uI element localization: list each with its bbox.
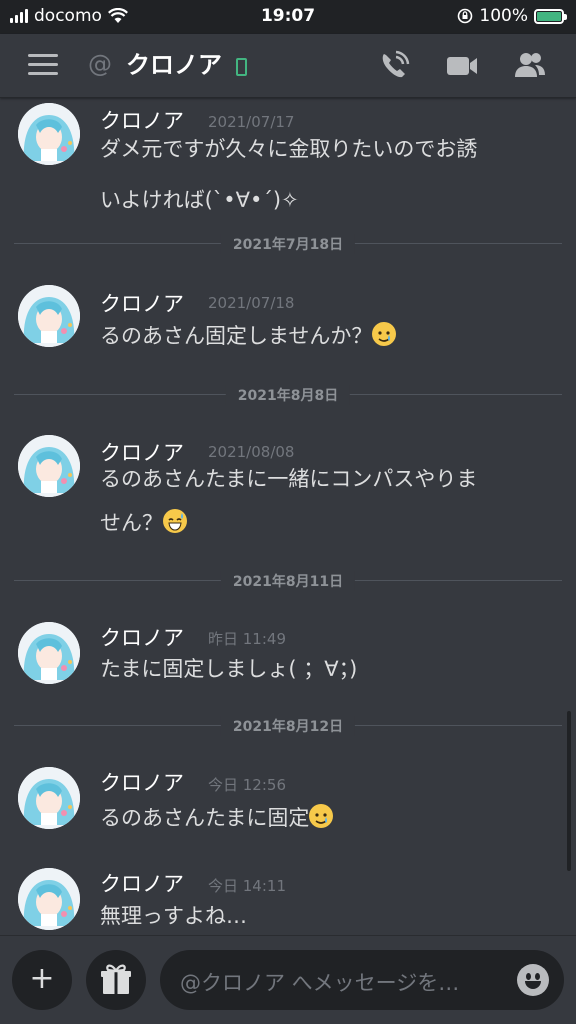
battery-fill [537, 11, 561, 21]
message-line: せん？ [100, 511, 163, 535]
hamburger-menu-icon[interactable] [28, 54, 58, 76]
date-divider-label: 2021年8月11日 [220, 571, 356, 591]
username[interactable]: クロノア [100, 288, 184, 318]
message-line: ダメ元ですが久々に金取りたいのでお誘 [100, 137, 478, 161]
date-divider: 2021年7月18日 [14, 234, 562, 254]
message-line-wrap: せん？ [100, 505, 550, 542]
timestamp: 2021/07/18 [208, 294, 295, 312]
timestamp: 昨日 11:49 [208, 630, 286, 648]
voice-call-icon[interactable] [376, 48, 412, 84]
add-attachment-button[interactable]: + [12, 950, 72, 1010]
mobile-status-icon [236, 58, 247, 76]
username[interactable]: クロノア [100, 622, 184, 652]
battery-icon [534, 8, 567, 24]
timestamp: 今日 12:56 [208, 776, 286, 794]
message-content: たまに固定しましょ( ；∀；) [100, 651, 550, 688]
video-call-icon[interactable] [444, 48, 480, 84]
message-line: いよければ(`•∀•´)✧ [100, 188, 299, 212]
status-right: 100% [457, 6, 567, 26]
grinning-face-with-sweat-icon [163, 509, 187, 533]
at-symbol: @ [88, 50, 112, 78]
lock-rotation-icon [458, 8, 473, 24]
timestamp: 2021/08/08 [208, 443, 295, 461]
message-line: 無理っすよね… [100, 904, 247, 928]
avatar[interactable] [18, 285, 80, 347]
avatar[interactable] [18, 435, 80, 497]
username[interactable]: クロノア [100, 868, 184, 898]
username[interactable]: クロノア [100, 767, 184, 797]
message-input-placeholder: @クロノア へメッセージを… [180, 971, 460, 995]
avatar[interactable] [18, 767, 80, 829]
message-line: るのあさんたまに固定 [100, 806, 310, 830]
page-title[interactable]: クロノア [126, 45, 222, 80]
timestamp: 今日 14:11 [208, 877, 286, 895]
message-composer: + @クロノア へメッセージを… [0, 935, 576, 1024]
avatar[interactable] [18, 868, 80, 930]
scrollbar[interactable] [567, 711, 571, 871]
channel-header: @ クロノア [0, 34, 576, 98]
battery-percent: 100% [479, 6, 528, 26]
date-divider-label: 2021年8月8日 [225, 385, 351, 405]
message[interactable]: クロノア 2021/07/17 ダメ元ですが久々に金取りたいのでお誘 いよければ… [0, 99, 560, 219]
message[interactable]: クロノア 今日 12:56 るのあさんたまに固定 [0, 767, 560, 837]
date-divider-label: 2021年8月12日 [220, 716, 356, 736]
message-list[interactable]: クロノア 2021/07/17 ダメ元ですが久々に金取りたいのでお誘 いよければ… [0, 99, 576, 935]
gift-icon [101, 964, 131, 994]
message-content: ダメ元ですが久々に金取りたいのでお誘 いよければ(`•∀•´)✧ [100, 131, 550, 219]
date-divider-label: 2021年7月18日 [220, 234, 356, 254]
message-content: るのあさん固定しませんか？ [100, 318, 550, 355]
members-icon[interactable] [512, 48, 548, 84]
message-line: たまに固定しましょ( ；∀；) [100, 657, 358, 681]
message-content: 無理っすよね… [100, 898, 550, 935]
message-input[interactable]: @クロノア へメッセージを… [160, 950, 564, 1010]
message-line: るのあさんたまに一緒にコンパスやりま [100, 467, 478, 491]
gift-button[interactable] [86, 950, 146, 1010]
message-line: るのあさん固定しませんか？ [100, 324, 373, 348]
date-divider: 2021年8月8日 [14, 385, 562, 405]
message[interactable]: クロノア 2021/08/08 るのあさんたまに一緒にコンパスやりま せん？ [0, 435, 560, 545]
message[interactable]: クロノア 2021/07/18 るのあさん固定しませんか？ [0, 284, 560, 354]
status-bar: docomo 19:07 100% [0, 0, 576, 34]
date-divider: 2021年8月11日 [14, 571, 562, 591]
message[interactable]: クロノア 今日 14:11 無理っすよね… [0, 867, 560, 935]
message[interactable]: クロノア 昨日 11:49 たまに固定しましょ( ；∀；) [0, 621, 560, 691]
sad-smiling-face-icon [309, 804, 334, 828]
avatar[interactable] [18, 622, 80, 684]
message-content: るのあさんたまに一緒にコンパスやりま せん？ [100, 461, 550, 542]
avatar[interactable] [18, 103, 80, 165]
sad-smiling-face-icon [372, 322, 397, 346]
date-divider: 2021年8月12日 [14, 716, 562, 736]
timestamp: 2021/07/17 [208, 113, 295, 131]
emoji-icon[interactable] [517, 964, 549, 996]
message-content: るのあさんたまに固定 [100, 800, 550, 837]
plus-icon: + [29, 961, 55, 996]
